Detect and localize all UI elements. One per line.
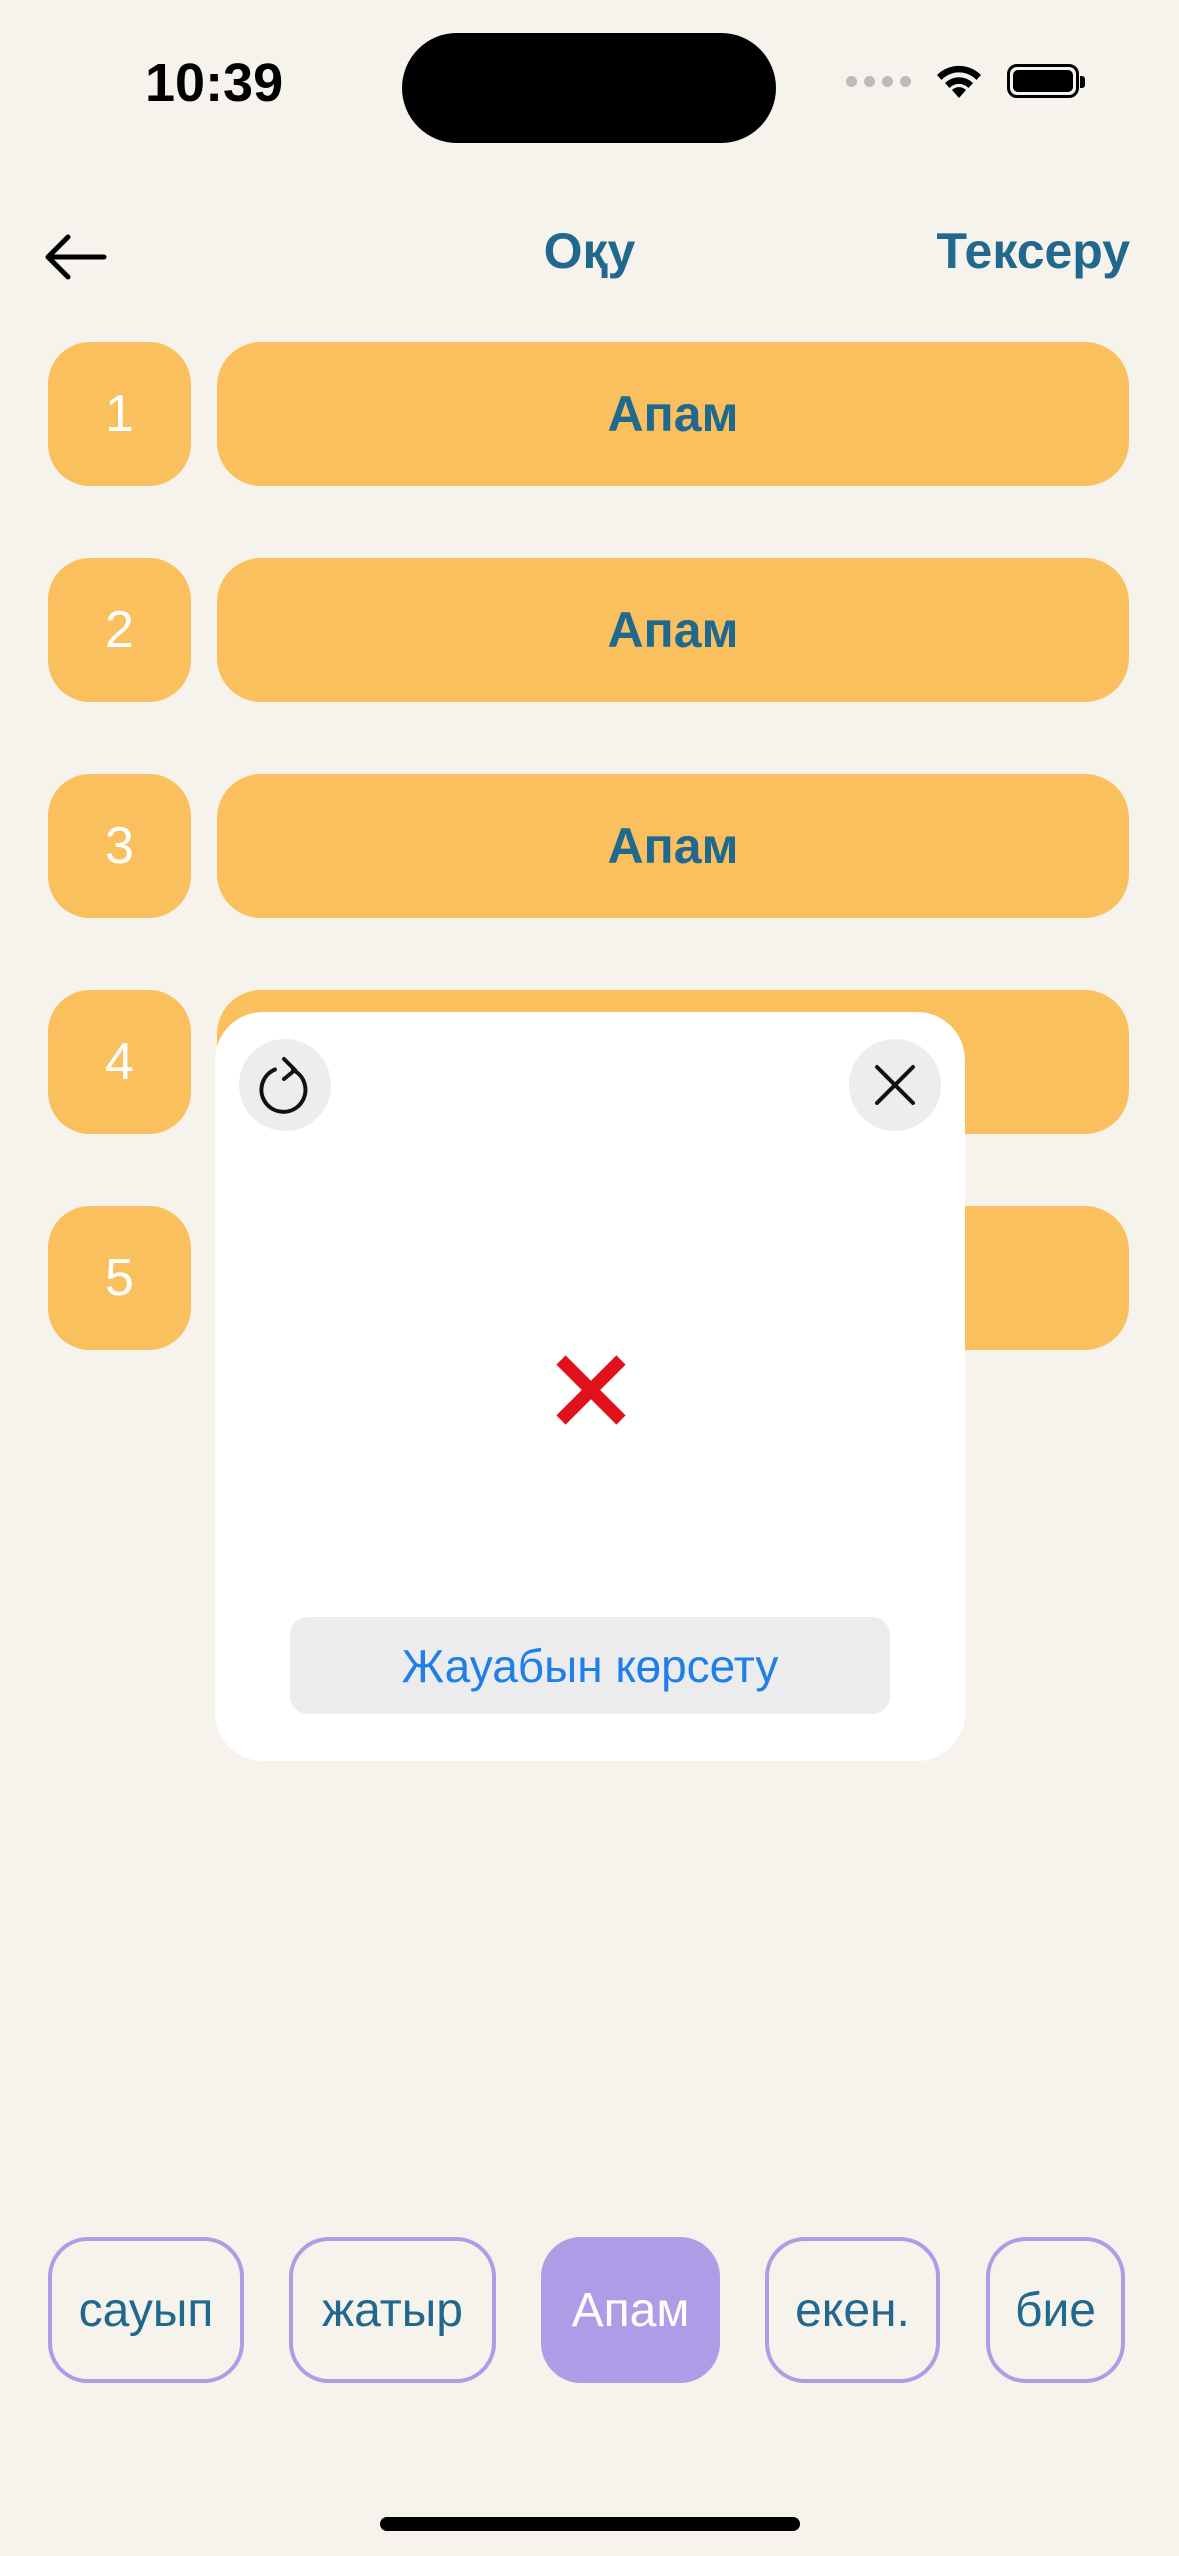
signal-dots-icon [846, 75, 911, 87]
dynamic-island [402, 33, 776, 143]
answer-slot[interactable]: Апам [217, 558, 1129, 702]
row-number: 3 [48, 774, 191, 918]
row-number: 1 [48, 342, 191, 486]
answer-slot[interactable]: Апам [217, 342, 1129, 486]
status-icons [846, 62, 1085, 100]
word-chip[interactable]: екен. [765, 2237, 940, 2383]
word-chip[interactable]: сауып [48, 2237, 244, 2383]
red-x-icon [556, 1355, 626, 1425]
wifi-icon [933, 62, 985, 100]
word-chip[interactable]: жатыр [289, 2237, 496, 2383]
answer-slot[interactable]: Апам [217, 774, 1129, 918]
close-icon [875, 1065, 915, 1105]
word-chip-selected[interactable]: Апам [541, 2237, 720, 2383]
word-chip[interactable]: бие [986, 2237, 1125, 2383]
result-popup: Жауабын көрсету [215, 1012, 965, 1761]
retry-button[interactable] [239, 1039, 331, 1131]
refresh-icon [259, 1057, 308, 1114]
home-indicator[interactable] [380, 2517, 800, 2531]
row-number: 5 [48, 1206, 191, 1350]
row-number: 4 [48, 990, 191, 1134]
battery-icon [1007, 64, 1085, 98]
show-answer-button[interactable]: Жауабын көрсету [290, 1617, 890, 1714]
close-button[interactable] [849, 1039, 941, 1131]
check-button[interactable]: Тексеру [936, 222, 1130, 280]
status-time: 10:39 [145, 53, 284, 113]
row-number: 2 [48, 558, 191, 702]
